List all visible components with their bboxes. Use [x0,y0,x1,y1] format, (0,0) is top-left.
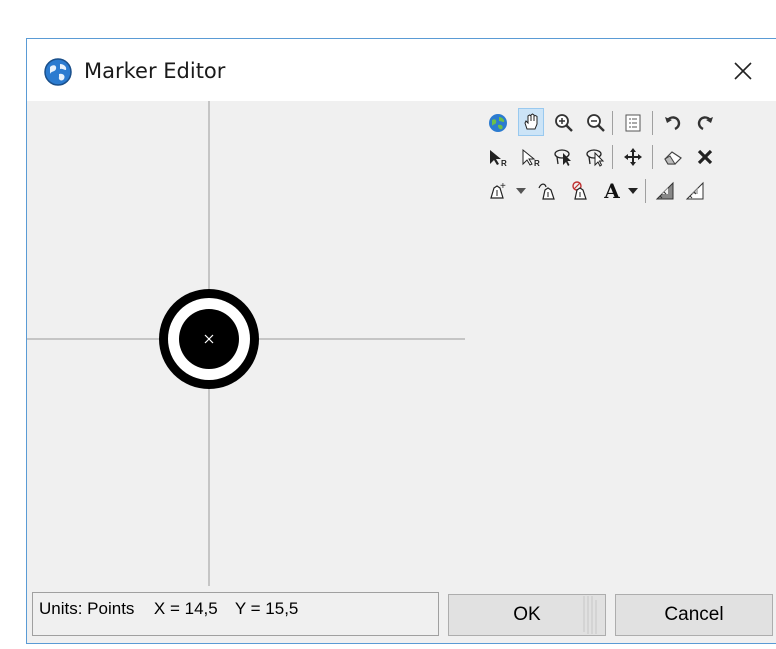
window-title: Marker Editor [84,59,226,83]
svg-text:R: R [501,159,507,167]
svg-text:+: + [500,181,506,192]
dropdown-icon[interactable] [624,177,642,205]
resize-grip-icon[interactable] [580,594,602,636]
svg-text:R: R [534,159,540,167]
toolbar-separator [612,111,613,135]
cancel-button[interactable]: Cancel [615,594,773,636]
select-arrow-outline-icon[interactable]: R [518,143,544,171]
title-bar: Marker Editor [27,39,776,101]
editor-toolbar: R R + A [479,101,776,221]
ruler-icon[interactable] [652,177,678,205]
lasso-select-icon[interactable] [551,143,577,171]
globe-icon[interactable] [485,109,511,137]
eraser-icon[interactable] [660,143,686,171]
properties-icon[interactable] [620,109,646,137]
marker-symbol [159,289,259,389]
pan-hand-icon[interactable] [518,108,544,136]
undo-icon[interactable] [660,109,686,137]
lasso-select-outline-icon[interactable] [583,143,609,171]
text-tool-glyph: A [604,179,620,203]
close-icon [734,62,752,80]
toolbar-separator [652,111,653,135]
y-coordinate: Y = 15,5 [234,599,299,618]
toolbar-separator [652,145,653,169]
pen-edit-icon[interactable] [535,177,561,205]
close-button[interactable] [723,53,763,89]
text-icon[interactable]: A [599,177,625,205]
ruler-outline-icon[interactable] [682,177,708,205]
move-icon[interactable] [620,143,646,171]
redo-icon[interactable] [692,109,718,137]
pen-style-icon[interactable] [567,177,593,205]
status-bar: Units: Points X = 14,5 Y = 15,5 [32,592,439,636]
toolbar-separator [645,179,646,203]
marker-canvas[interactable] [27,101,467,591]
toolbar-separator [612,145,613,169]
units-label: Units: Points [39,599,135,618]
dropdown-icon[interactable] [512,177,530,205]
select-arrow-icon[interactable]: R [485,143,511,171]
pen-add-icon[interactable]: + [485,177,511,205]
app-globe-icon [44,58,72,86]
marker-editor-window: Marker Editor R R + A Units: Points X = … [26,38,776,644]
x-coordinate: X = 14,5 [153,599,218,618]
delete-icon[interactable] [692,143,718,171]
zoom-in-icon[interactable] [551,109,577,137]
zoom-out-icon[interactable] [583,109,609,137]
